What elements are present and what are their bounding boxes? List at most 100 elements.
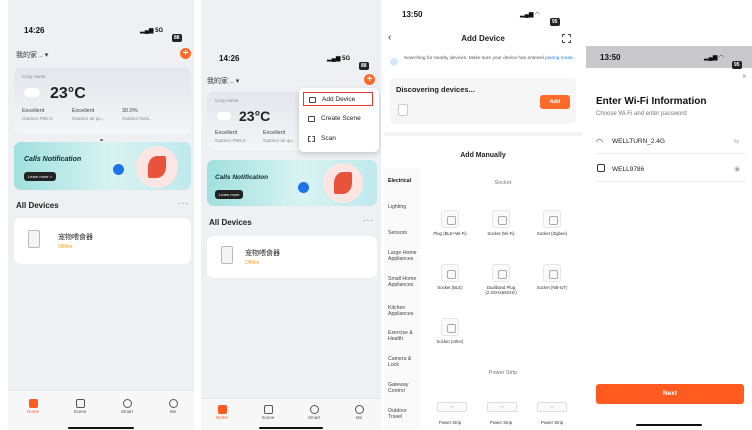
switch-network-icon[interactable]: ⇆ <box>734 138 739 145</box>
device-socket-zigbee[interactable]: Socket (Zigbee) <box>534 210 570 236</box>
weather-stat-1-label: Outdoor PM2.5 <box>22 116 53 121</box>
menu-item-scan[interactable]: Scan <box>303 132 373 146</box>
tab-smart-label: Smart <box>307 415 320 420</box>
tab-scene-label: Scene <box>261 415 275 420</box>
category-kitchen-appliances[interactable]: Kitchen Appliances <box>388 305 420 317</box>
add-button[interactable]: Add <box>540 95 570 109</box>
power-strip-label: Power Strip <box>540 420 564 425</box>
more-icon[interactable]: ··· <box>178 199 189 208</box>
learn-more-button[interactable]: Learn more <box>215 190 244 199</box>
wifi-password-field[interactable]: WELL9786 ◉ <box>596 158 746 182</box>
location-label: Cozy Home <box>22 74 46 79</box>
weather-stat-3-label: Outdoor humi... <box>122 116 154 121</box>
tab-me[interactable]: Me <box>158 399 188 414</box>
device-socket-ble[interactable]: Socket (BLE) <box>432 264 468 290</box>
wifi-setup-screen: 13:50 ▂▄▆ ◠ 95 × Enter Wi-Fi Information… <box>586 0 752 430</box>
tab-smart[interactable]: Smart <box>299 405 329 420</box>
calls-notification-banner[interactable]: Calls Notification Learn more <box>207 160 377 206</box>
next-button[interactable]: Next <box>596 384 744 404</box>
power-strip-icon[interactable]: ▫▫▫ <box>487 402 517 412</box>
add-device-icon <box>309 97 316 103</box>
socket-heading: Socket <box>494 180 512 186</box>
tab-scene[interactable]: Scene <box>65 399 95 414</box>
wifi-ssid-field[interactable]: ◠ WELLTURN_2.4G ⇆ <box>596 130 746 154</box>
menu-item-create-scene-label: Create Scene <box>321 115 361 122</box>
category-small-home-appliances[interactable]: Small Home Appliances <box>388 276 420 288</box>
eye-icon[interactable]: ◉ <box>734 165 740 173</box>
home-icon <box>217 405 227 414</box>
home-indicator <box>68 427 134 429</box>
banner-title: Calls Notification <box>215 174 269 181</box>
plug-icon <box>492 264 510 282</box>
chevron-down-icon: ▾ <box>44 52 49 59</box>
category-camera-lock[interactable]: Camera & Lock <box>388 356 420 368</box>
tab-scene-label: Scene <box>73 409 87 414</box>
power-strip-icon[interactable]: ▫▫▫ <box>437 402 467 412</box>
weather-stat-2: Excellent <box>72 108 95 114</box>
weather-stat-1: Excellent <box>22 108 45 114</box>
category-electrical[interactable]: Electrical <box>388 178 420 184</box>
add-plus-button[interactable]: + <box>180 48 191 59</box>
category-sidebar: Electrical Lighting Sensors Large Home A… <box>384 168 420 430</box>
carousel-dots <box>100 128 108 159</box>
signal-icon: ▂▄▆ <box>327 56 343 62</box>
weather-card[interactable]: Cozy Home 23°C Excellent Outdoor PM2.5 E… <box>14 68 191 159</box>
cloud-icon <box>217 112 231 120</box>
pairing-mode-link[interactable]: pairing mode. <box>545 56 574 61</box>
home-selector[interactable]: 我的家 .. ▾ <box>207 76 239 86</box>
scene-icon <box>263 405 273 414</box>
tab-scene[interactable]: Scene <box>253 405 283 420</box>
home-screen: 14:26 ▂▄▆ 5G 88 我的家 .. ▾ + Cozy Home 23°… <box>8 0 194 430</box>
more-icon[interactable]: ··· <box>363 216 374 225</box>
cloud-icon <box>24 88 40 97</box>
phone-icon <box>323 163 363 203</box>
page-title: Add Device <box>461 34 505 43</box>
pet-feeder-icon <box>221 246 233 264</box>
power-strip-icon[interactable]: ▫▫▫ <box>537 402 567 412</box>
signal-icon: ▂▄▆ ◠ <box>520 12 540 18</box>
learn-more-button[interactable]: Learn more > <box>24 172 56 181</box>
smart-icon <box>122 399 132 408</box>
device-socket-nb-iot[interactable]: Socket (NB-IoT) <box>534 264 570 290</box>
device-plug-ble-wifi[interactable]: Plug (BLE+Wi-Fi) <box>432 210 468 236</box>
category-lighting[interactable]: Lighting <box>388 204 420 210</box>
home-selector[interactable]: 我的家 .. ▾ <box>16 50 48 60</box>
category-gateway-control[interactable]: Gateway Control <box>388 382 420 394</box>
tab-me[interactable]: Me <box>344 405 374 420</box>
device-dualband-plug[interactable]: Dualband Plug (2.4GHz&5GHz) <box>483 264 519 295</box>
weather-stat-2-label: Outdoor air qu... <box>263 138 296 143</box>
scan-icon[interactable] <box>562 34 571 43</box>
device-card[interactable]: 宠物喂食器 Offline <box>207 236 377 278</box>
battery-indicator: 95 <box>550 18 560 26</box>
socket-icon <box>543 264 561 282</box>
power-strip-label: Power Strip <box>489 420 513 425</box>
device-card[interactable]: 宠物喂食器 Offline <box>14 218 191 264</box>
add-plus-button[interactable]: + <box>364 74 375 85</box>
power-strip-label: Power Strip <box>438 420 462 425</box>
calls-notification-banner[interactable]: Calls Notification Learn more > <box>14 142 191 190</box>
lock-icon <box>597 164 605 172</box>
menu-item-create-scene[interactable]: Create Scene <box>303 112 373 126</box>
tab-bar: Home Scene Smart Me <box>8 390 194 430</box>
tab-home[interactable]: Home <box>207 405 237 420</box>
discovered-device-icon <box>398 104 408 116</box>
menu-item-add-device[interactable]: Add Device <box>303 92 373 106</box>
bluetooth-icon <box>113 164 124 175</box>
radar-icon <box>390 58 398 66</box>
tab-smart[interactable]: Smart <box>112 399 142 414</box>
device-socket-wifi[interactable]: Socket (Wi-Fi) <box>483 210 519 236</box>
device-socket-other[interactable]: Socket (other) <box>432 318 468 344</box>
create-scene-icon <box>308 116 315 122</box>
category-large-home-appliances[interactable]: Large Home Appliances <box>388 250 420 262</box>
scene-icon <box>75 399 85 408</box>
category-sensors[interactable]: Sensors <box>388 230 420 236</box>
home-indicator <box>259 427 323 429</box>
plug-icon <box>441 210 459 228</box>
tab-home[interactable]: Home <box>18 399 48 414</box>
all-devices-heading: All Devices <box>16 201 59 210</box>
close-icon[interactable]: × <box>742 72 747 81</box>
socket-icon <box>441 264 459 282</box>
category-outdoor-travel[interactable]: Outdoor Travel <box>388 408 420 420</box>
category-exercise-health[interactable]: Exercise & Health <box>388 330 420 342</box>
device-status: Offline <box>58 244 73 250</box>
